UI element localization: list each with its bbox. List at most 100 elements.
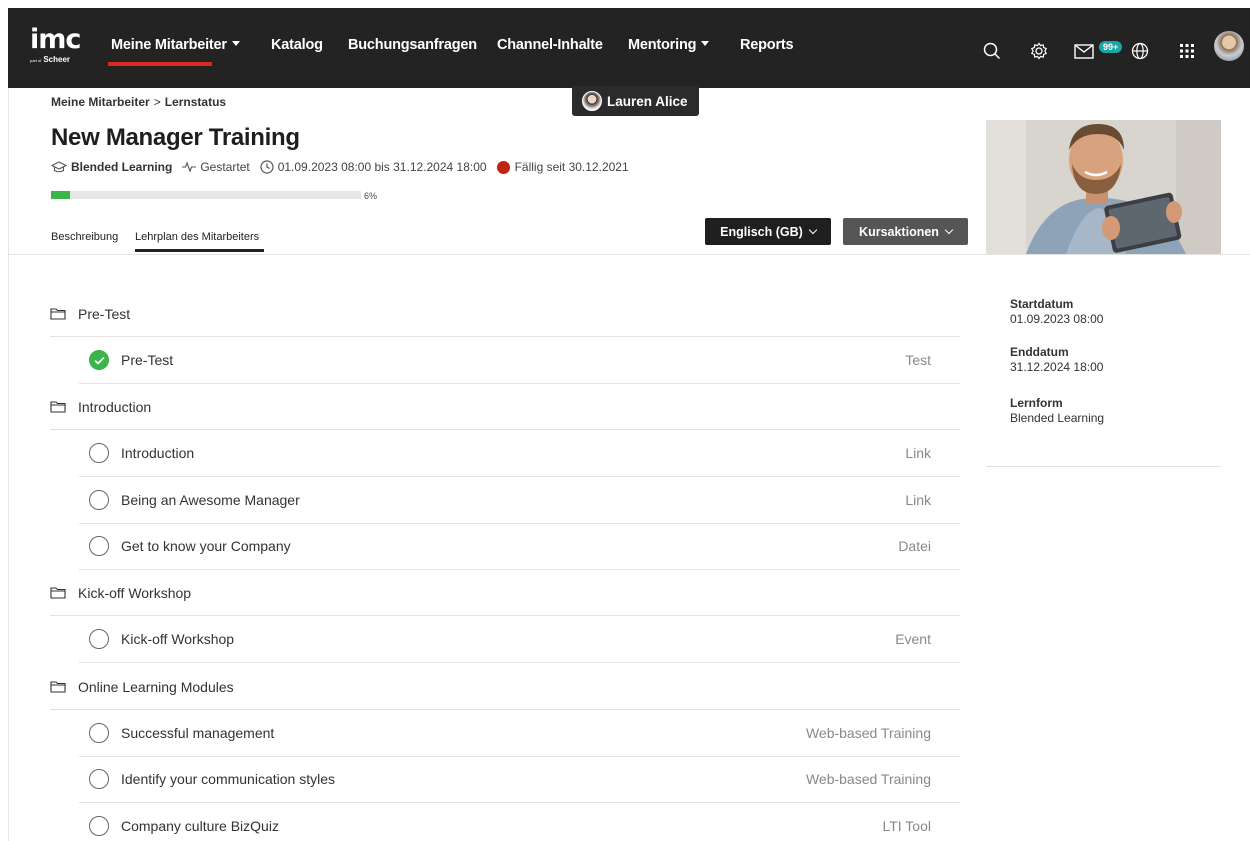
progress-label: 6% xyxy=(364,191,378,201)
not-started-circle-icon xyxy=(89,490,109,510)
tab-lehrplan[interactable]: Lehrplan des Mitarbeiters xyxy=(135,231,259,243)
item-type: Link xyxy=(905,445,931,461)
graduation-cap-icon xyxy=(51,160,67,172)
nav-item-buchungsanfragen[interactable]: Buchungsanfragen xyxy=(348,37,477,53)
info-form: Lernform Blended Learning xyxy=(1010,396,1104,426)
item-title: Successful management xyxy=(121,725,275,741)
not-started-circle-icon xyxy=(89,815,109,836)
chevron-down-icon xyxy=(808,225,818,234)
course-due: Fällig seit 30.12.2021 xyxy=(496,160,629,174)
not-started-circle-icon xyxy=(89,723,109,743)
caret-down-icon xyxy=(701,41,710,46)
search-icon[interactable] xyxy=(983,42,1001,60)
active-tab-indicator xyxy=(135,249,264,252)
start-date-label: Startdatum xyxy=(1010,297,1074,311)
logo-text: imc xyxy=(30,24,81,55)
start-date-value: 01.09.2023 08:00 xyxy=(1010,312,1104,326)
logo-subtext: part of Scheer xyxy=(30,55,71,64)
end-date-value: 31.12.2024 18:00 xyxy=(1010,360,1104,374)
user-avatar-small xyxy=(582,91,602,111)
list-item[interactable]: Being an Awesome Manager Link xyxy=(79,477,960,524)
overdue-status-dot xyxy=(496,160,510,174)
user-name: Lauren Alice xyxy=(607,93,688,109)
folder-icon xyxy=(50,587,66,599)
imc-logo[interactable]: imc part of Scheer xyxy=(30,24,81,72)
nav-item-channel-inhalte[interactable]: Channel-Inhalte xyxy=(497,37,603,53)
section-pre-test[interactable]: Pre-Test xyxy=(50,291,960,337)
chevron-down-icon xyxy=(944,225,954,234)
list-item[interactable]: Identify your communication styles Web-b… xyxy=(79,756,960,803)
clock-icon xyxy=(260,160,274,174)
list-item[interactable]: Introduction Link xyxy=(79,430,960,477)
activity-pulse-icon xyxy=(182,161,197,173)
page-left-border xyxy=(8,88,9,841)
current-user-tooltip: Lauren Alice xyxy=(572,86,699,116)
nav-item-meine-mitarbeiter[interactable]: Meine Mitarbeiter xyxy=(111,37,240,53)
course-actions-button[interactable]: Kursaktionen xyxy=(843,218,968,245)
info-end: Enddatum 31.12.2024 18:00 xyxy=(1010,345,1103,375)
end-date-label: Enddatum xyxy=(1010,345,1069,359)
tab-beschreibung[interactable]: Beschreibung xyxy=(51,231,118,243)
info-divider xyxy=(986,466,1221,467)
top-navigation-bar: imc part of Scheer Meine Mitarbeiter Kata… xyxy=(8,8,1250,88)
gear-icon[interactable] xyxy=(1030,42,1048,60)
course-status: Gestartet xyxy=(182,160,250,174)
item-type: Link xyxy=(905,492,931,508)
item-type: Test xyxy=(905,352,931,368)
breadcrumb-parent[interactable]: Meine Mitarbeiter xyxy=(51,95,150,109)
folder-icon xyxy=(50,308,66,320)
learning-form-value: Blended Learning xyxy=(1010,411,1105,425)
breadcrumb-current: Lernstatus xyxy=(164,95,227,109)
user-avatar[interactable] xyxy=(1214,31,1244,61)
completed-check-icon xyxy=(89,350,109,370)
not-started-circle-icon xyxy=(89,769,109,789)
item-title: Kick-off Workshop xyxy=(121,631,235,647)
section-online-learning-modules[interactable]: Online Learning Modules xyxy=(50,664,960,710)
not-started-circle-icon xyxy=(89,536,109,556)
notification-badge: 99+ xyxy=(1098,40,1124,54)
course-hero-image xyxy=(986,120,1221,254)
item-type: Event xyxy=(895,631,931,647)
breadcrumb-separator: > xyxy=(153,95,161,109)
item-title: Pre-Test xyxy=(121,352,174,368)
item-type: Web-based Training xyxy=(805,771,931,787)
info-start: Startdatum 01.09.2023 08:00 xyxy=(1010,297,1103,327)
nav-item-katalog[interactable]: Katalog xyxy=(271,37,323,53)
section-introduction[interactable]: Introduction xyxy=(50,384,960,430)
page-title: New Manager Training xyxy=(51,124,300,151)
course-type: Blended Learning xyxy=(51,160,172,174)
item-type: LTI Tool xyxy=(882,817,931,834)
folder-icon xyxy=(50,681,66,693)
list-item[interactable]: Get to know your Company Datei xyxy=(79,523,960,570)
not-started-circle-icon xyxy=(89,443,109,463)
list-item[interactable]: Kick-off Workshop Event xyxy=(79,616,960,663)
globe-icon[interactable] xyxy=(1131,42,1149,60)
item-title: Get to know your Company xyxy=(121,538,291,554)
item-title: Introduction xyxy=(121,445,195,461)
item-type: Datei xyxy=(898,538,931,554)
folder-icon xyxy=(50,401,66,413)
language-select-button[interactable]: Englisch (GB) xyxy=(705,218,831,245)
item-title: Identify your communication styles xyxy=(121,771,335,787)
caret-down-icon xyxy=(231,41,240,46)
learning-form-label: Lernform xyxy=(1010,396,1063,410)
breadcrumb: Meine Mitarbeiter > Lernstatus xyxy=(51,95,226,109)
progress-bar-fill xyxy=(51,191,70,199)
item-title: Being an Awesome Manager xyxy=(121,492,300,508)
tab-divider xyxy=(8,254,1250,255)
not-started-circle-icon xyxy=(89,629,109,649)
item-type: Web-based Training xyxy=(805,725,931,741)
nav-item-reports[interactable]: Reports xyxy=(740,37,794,53)
mail-icon[interactable] xyxy=(1074,44,1094,59)
list-item[interactable]: Successful management Web-based Training xyxy=(79,710,960,757)
section-kick-off-workshop[interactable]: Kick-off Workshop xyxy=(50,570,960,616)
progress-bar xyxy=(51,191,361,199)
item-title: Company culture BizQuiz xyxy=(121,817,279,834)
course-period: 01.09.2023 08:00 bis 31.12.2024 18:00 xyxy=(260,160,487,174)
apps-grid-icon[interactable] xyxy=(1180,44,1194,58)
list-item[interactable]: Company culture BizQuiz LTI Tool xyxy=(79,802,960,841)
active-nav-indicator xyxy=(108,62,212,66)
man-with-tablet-photo xyxy=(986,120,1221,254)
nav-item-mentoring[interactable]: Mentoring xyxy=(628,37,710,53)
list-item[interactable]: Pre-Test Test xyxy=(79,337,960,384)
